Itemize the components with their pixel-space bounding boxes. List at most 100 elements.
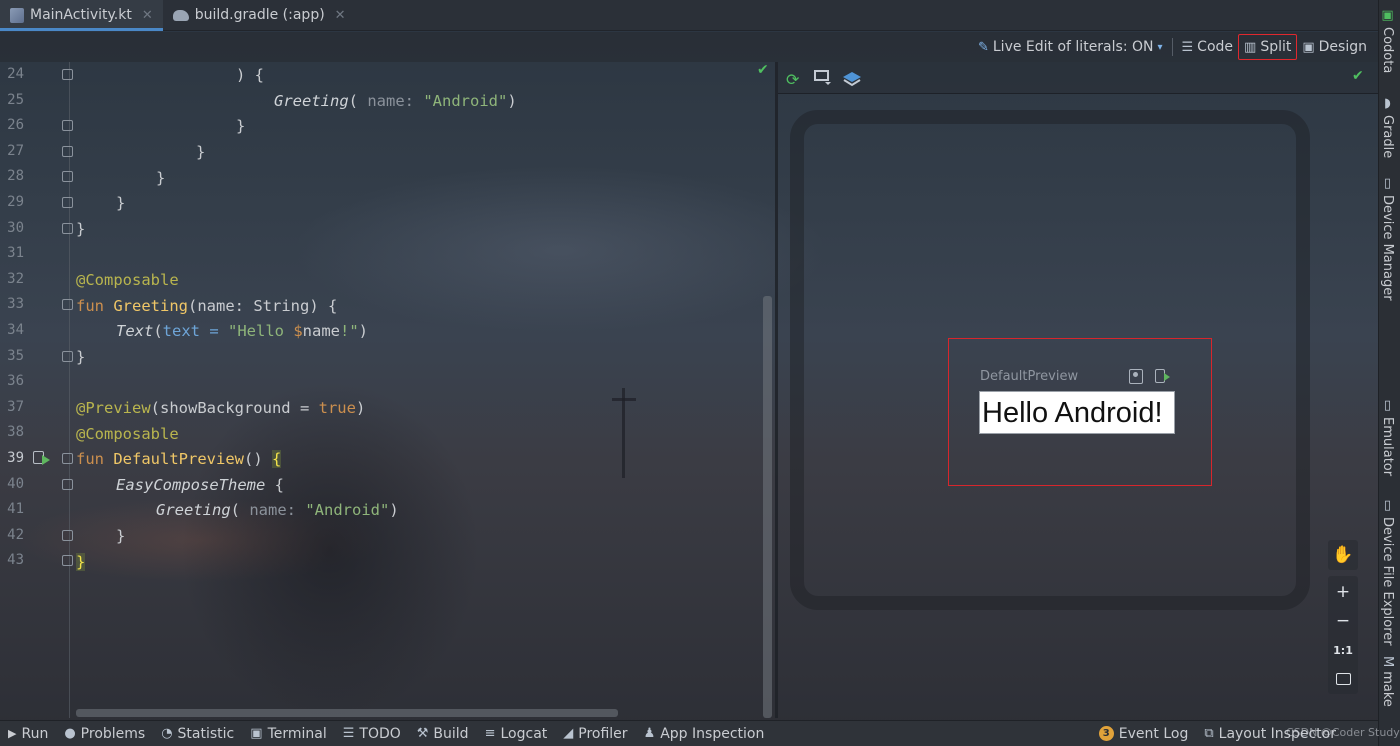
tab-build-gradle[interactable]: build.gradle (:app) ✕ [163,0,356,30]
codota-icon: ▣ [1380,8,1395,23]
live-edit-label: Live Edit of literals: ON [992,39,1154,55]
device-select-icon[interactable] [814,70,832,86]
zoom-actual-size-button[interactable]: 1:1 [1328,636,1358,664]
zoom-to-fit-button[interactable] [1328,665,1358,693]
close-icon[interactable]: ✕ [335,8,346,23]
line-number: 24 [7,66,24,82]
code-line-32: @Composable [76,271,179,289]
code-label: Code [1197,39,1234,55]
code-line-39: fun DefaultPreview() { [76,450,282,468]
code-view-button[interactable]: ☰ Code [1177,34,1239,60]
preview-name: DefaultPreview [980,369,1079,384]
event-log-tool-button[interactable]: 3 Event Log [1091,726,1197,742]
file-explorer-icon: ▯ [1380,498,1395,513]
logcat-tool-button[interactable]: ≡ Logcat [477,726,556,742]
line-number: 29 [7,194,24,210]
fold-marker-icon[interactable] [62,299,73,310]
run-preview-gutter-icon[interactable] [33,451,50,465]
wallpaper-figure [180,380,480,720]
build-tool-button[interactable]: ⚒ Build [409,726,477,742]
fold-marker-icon[interactable] [62,197,73,208]
fold-marker-icon[interactable] [62,555,73,566]
logcat-icon: ≡ [484,726,496,741]
tab-mainactivity[interactable]: MainActivity.kt ✕ [0,0,163,31]
fold-marker-icon[interactable] [62,171,73,182]
zoom-in-button[interactable]: + [1328,578,1358,606]
code-line-41: Greeting( name: "Android") [156,501,399,519]
pan-hand-icon[interactable]: ✋ [1328,540,1358,570]
zoom-out-button[interactable]: − [1328,607,1358,635]
code-line-26: } [236,117,246,135]
terminal-tool-button[interactable]: ▣ Terminal [242,726,334,742]
right-tab-device-manager[interactable]: ▯Device Manager [1380,176,1395,301]
interactive-mode-icon[interactable] [1129,369,1143,384]
split-view-button[interactable]: ▥ Split [1238,34,1298,60]
editor-vertical-scrollbar[interactable] [763,296,772,718]
live-edit-icon: ✎ [977,39,989,55]
run-on-device-icon[interactable] [1155,369,1170,383]
image-icon: ▣ [1302,39,1315,55]
fold-marker-icon[interactable] [62,479,73,490]
right-tab-device-file-explorer[interactable]: ▯Device File Explorer [1380,498,1395,646]
fold-marker-icon[interactable] [62,69,73,80]
fit-screen-icon [1335,673,1351,685]
code-lines-icon: ☰ [1181,39,1194,55]
close-icon[interactable]: ✕ [142,8,153,23]
fold-marker-icon[interactable] [62,351,73,362]
layout-inspector-icon: ⧉ [1204,726,1214,741]
right-tab-make[interactable]: Mmake [1380,656,1395,707]
right-tab-emulator[interactable]: ▯Emulator [1380,398,1395,476]
split-divider[interactable] [775,62,778,718]
line-number: 36 [7,373,24,389]
line-number: 34 [7,322,24,338]
line-number: 30 [7,220,24,236]
statistic-tool-button[interactable]: ◔ Statistic [153,726,242,742]
line-number: 33 [7,296,24,312]
android-icon: ♟ [643,726,656,741]
line-number: 31 [7,245,24,261]
preview-toolbar: ⟳ ✔ [778,62,1378,94]
emulator-icon: ▯ [1380,398,1395,413]
run-tool-button[interactable]: ▶ Run [0,726,56,742]
editor-horizontal-scrollbar[interactable] [76,709,618,717]
split-label: Split [1260,39,1292,55]
right-tab-codota[interactable]: ▣Codota [1380,8,1395,73]
watermark: CSDN @Coder Study [1286,726,1400,739]
checkmark-icon: ✔ [1352,68,1364,84]
tab-label: build.gradle (:app) [194,7,325,23]
problems-tool-button[interactable]: ● Problems [56,726,153,742]
code-line-35: } [76,348,86,366]
profiler-tool-button[interactable]: ◢ Profiler [555,726,635,742]
line-number: 27 [7,143,24,159]
line-number: 26 [7,117,24,133]
code-line-37: @Preview(showBackground = true) [76,399,366,417]
fold-marker-icon[interactable] [62,223,73,234]
preview-render[interactable]: Hello Android! [979,391,1175,434]
live-edit-dropdown[interactable]: ✎ Live Edit of literals: ON ▾ [973,34,1168,60]
line-number: 35 [7,348,24,364]
line-number: 43 [7,552,24,568]
code-line-33: fun Greeting(name: String) { [76,297,338,315]
hammer-icon: ⚒ [416,726,429,741]
line-number: 38 [7,424,24,440]
refresh-icon[interactable]: ⟳ [786,70,799,89]
line-number: 42 [7,527,24,543]
app-inspection-tool-button[interactable]: ♟ App Inspection [636,726,773,742]
line-number: 28 [7,168,24,184]
fold-marker-icon[interactable] [62,146,73,157]
line-number: 25 [7,92,24,108]
list-icon: ☰ [342,726,355,741]
fold-marker-icon[interactable] [62,120,73,131]
toolbar-separator [1171,38,1173,56]
fold-marker-icon[interactable] [62,453,73,464]
fold-marker-icon[interactable] [62,530,73,541]
todo-tool-button[interactable]: ☰ TODO [335,726,409,742]
design-view-button[interactable]: ▣ Design [1297,34,1372,60]
layers-icon[interactable] [842,70,862,88]
code-line-29: } [116,194,126,212]
right-tab-gradle[interactable]: ◗Gradle [1380,96,1395,158]
editor-gutter [0,62,70,718]
wallpaper-pole [622,388,625,478]
split-view-icon: ▥ [1244,39,1257,55]
play-icon: ▶ [8,727,17,740]
